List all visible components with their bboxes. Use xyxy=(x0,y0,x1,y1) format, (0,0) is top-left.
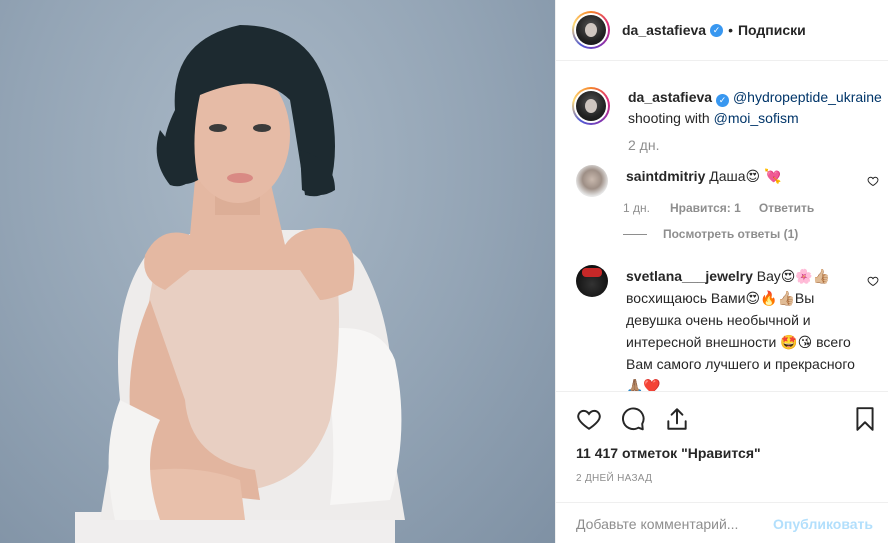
post-timestamp[interactable]: 2 дней назад xyxy=(576,473,652,484)
comments-list[interactable]: da_astafieva ✓ @hydropeptide_ukraine shoo… xyxy=(556,61,888,391)
caption-avatar[interactable] xyxy=(572,87,610,125)
comment-username[interactable]: svetlana___jewelry xyxy=(626,268,753,284)
comment-icon[interactable] xyxy=(620,406,646,432)
following-button[interactable]: Подписки xyxy=(738,22,806,38)
caption-text: shooting with xyxy=(628,110,710,126)
caption: da_astafieva ✓ @hydropeptide_ukraine shoo… xyxy=(572,87,888,156)
header-username[interactable]: da_astafieva xyxy=(622,22,706,38)
post-photo[interactable] xyxy=(0,0,555,543)
comment-text: Вау😍🌸👍🏼 восхищаюсь Вами😍🔥👍🏼Вы девушка оч… xyxy=(626,268,855,391)
share-icon[interactable] xyxy=(664,406,690,432)
like-icon[interactable] xyxy=(576,406,602,432)
likes-count[interactable]: 11 417 отметок "Нравится" xyxy=(576,445,761,461)
comment-item: svetlana___jewelry Вау😍🌸👍🏼 восхищаюсь Ва… xyxy=(576,265,866,391)
comment-meta: 1 дн. Нравится: 1 Ответить xyxy=(623,201,814,215)
separator-dot: • xyxy=(728,22,733,38)
publish-button[interactable]: Опубликовать xyxy=(773,516,873,532)
add-comment-bar: Опубликовать xyxy=(556,502,888,543)
verified-icon: ✓ xyxy=(716,94,730,107)
mention-link[interactable]: @hydropeptide_ukraine xyxy=(733,89,882,105)
comment-likes[interactable]: Нравится: 1 xyxy=(670,201,741,215)
caption-time[interactable]: 2 дн. xyxy=(628,135,888,156)
comment-username[interactable]: saintdmitriy xyxy=(626,168,705,184)
post-panel: da_astafieva ✓ • Подписки da_astafieva ✓ … xyxy=(555,0,888,543)
comment-time[interactable]: 1 дн. xyxy=(623,201,650,215)
reply-button[interactable]: Ответить xyxy=(759,201,814,215)
bookmark-icon[interactable] xyxy=(852,406,878,432)
comment-input[interactable] xyxy=(576,515,776,532)
replies-divider xyxy=(623,233,647,235)
comment-like-icon[interactable] xyxy=(867,175,879,187)
avatar[interactable] xyxy=(572,11,610,49)
mention-link[interactable]: @moi_sofism xyxy=(714,110,799,126)
comment-avatar[interactable] xyxy=(576,165,608,197)
comment-item: saintdmitriy Даша😍 💘 xyxy=(576,165,876,197)
caption-username[interactable]: da_astafieva xyxy=(628,89,712,105)
post-header: da_astafieva ✓ • Подписки xyxy=(556,0,888,61)
comment-avatar[interactable] xyxy=(576,265,608,297)
post-actions: 11 417 отметок "Нравится" 2 дней назад О… xyxy=(556,391,888,543)
verified-icon: ✓ xyxy=(710,23,724,37)
comment-text: Даша😍 💘 xyxy=(709,168,782,184)
view-replies-button[interactable]: Посмотреть ответы (1) xyxy=(623,227,798,241)
view-replies-label: Посмотреть ответы (1) xyxy=(663,227,799,241)
comment-like-icon[interactable] xyxy=(867,275,879,287)
